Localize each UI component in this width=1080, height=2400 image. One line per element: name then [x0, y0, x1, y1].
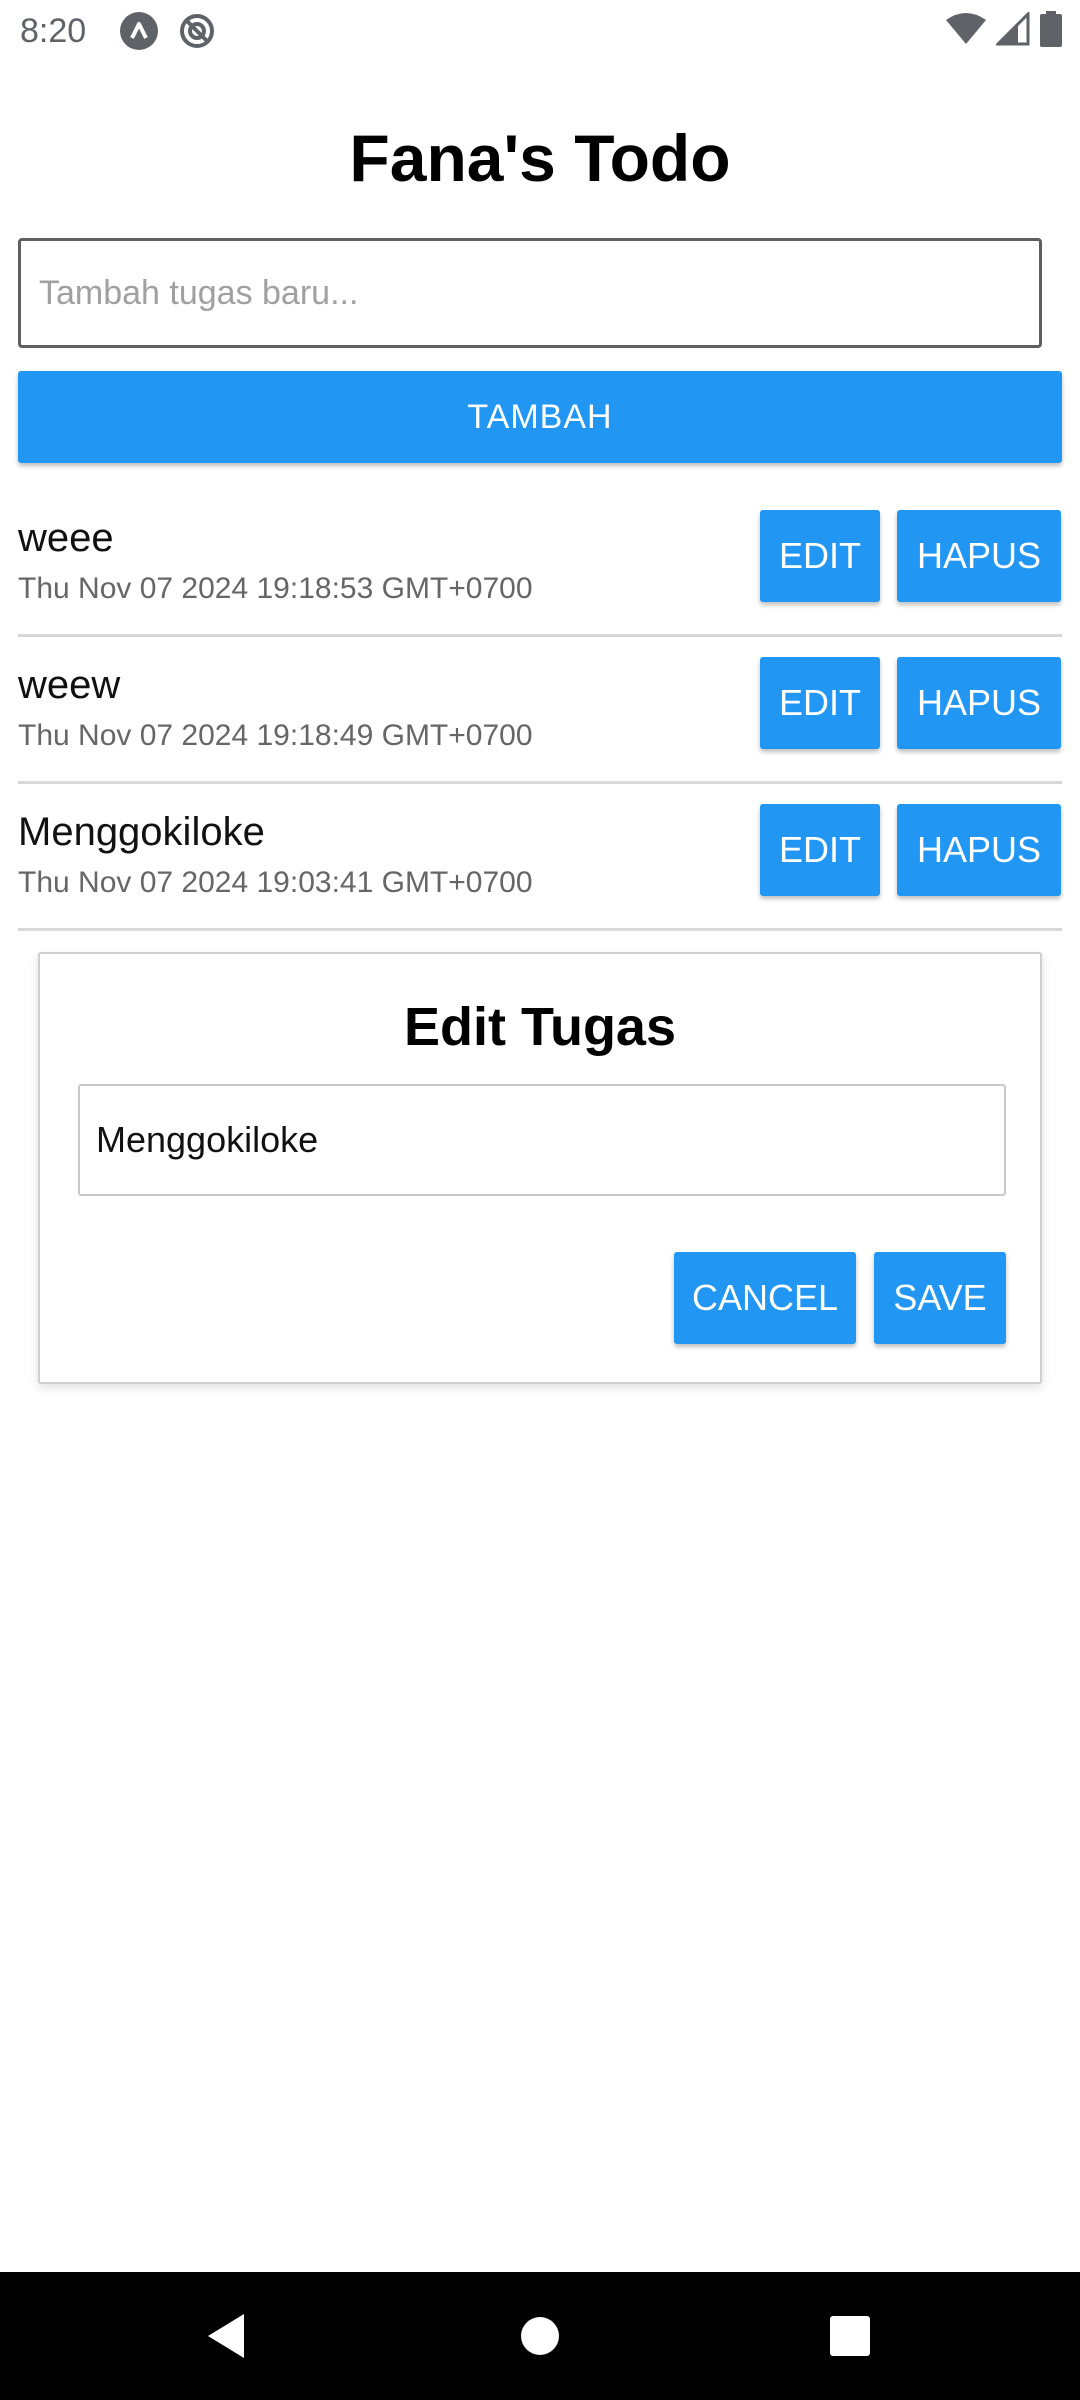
delete-button[interactable]: HAPUS — [897, 804, 1061, 896]
cancel-button[interactable]: CANCEL — [674, 1252, 856, 1344]
screen: 8:20 Fana's Todo Tambah tugas baru... TA… — [0, 0, 1080, 2400]
delete-button[interactable]: HAPUS — [897, 510, 1061, 602]
edit-dialog: Edit Tugas CANCEL SAVE — [38, 952, 1042, 1384]
todo-list: weee Thu Nov 07 2024 19:18:53 GMT+0700 E… — [18, 490, 1062, 931]
todo-item: weee Thu Nov 07 2024 19:18:53 GMT+0700 E… — [18, 490, 1062, 637]
save-button[interactable]: SAVE — [874, 1252, 1006, 1344]
todo-item: Menggokiloke Thu Nov 07 2024 19:03:41 GM… — [18, 784, 1062, 931]
wifi-icon — [946, 12, 986, 51]
new-task-input[interactable] — [18, 238, 1042, 348]
edit-task-input[interactable] — [78, 1084, 1006, 1196]
battery-icon — [1040, 10, 1062, 52]
todo-date: Thu Nov 07 2024 19:18:49 GMT+0700 — [18, 719, 533, 752]
todo-title: Menggokiloke — [18, 810, 265, 854]
todo-title: weee — [18, 516, 114, 560]
todo-date: Thu Nov 07 2024 19:03:41 GMT+0700 — [18, 866, 533, 899]
status-time: 8:20 — [20, 12, 87, 50]
cell-signal-icon — [994, 9, 1030, 51]
todo-title: weew — [18, 663, 121, 707]
app-notification-icon — [120, 12, 158, 50]
status-icons — [946, 9, 1062, 52]
todo-item: weew Thu Nov 07 2024 19:18:49 GMT+0700 E… — [18, 637, 1062, 784]
status-bar: 8:20 — [0, 0, 1080, 64]
edit-button[interactable]: EDIT — [760, 510, 880, 602]
home-icon[interactable] — [480, 2272, 600, 2400]
recents-icon[interactable] — [790, 2272, 910, 2400]
back-icon[interactable] — [166, 2272, 286, 2400]
add-task-button[interactable]: TAMBAH — [18, 371, 1062, 463]
edit-dialog-title: Edit Tugas — [403, 997, 676, 1057]
page-title: Fana's Todo — [349, 121, 731, 195]
todo-date: Thu Nov 07 2024 19:18:53 GMT+0700 — [18, 572, 533, 605]
navigation-bar — [0, 2272, 1080, 2400]
do-not-disturb-icon — [178, 12, 216, 50]
delete-button[interactable]: HAPUS — [897, 657, 1061, 749]
edit-button[interactable]: EDIT — [760, 804, 880, 896]
edit-button[interactable]: EDIT — [760, 657, 880, 749]
